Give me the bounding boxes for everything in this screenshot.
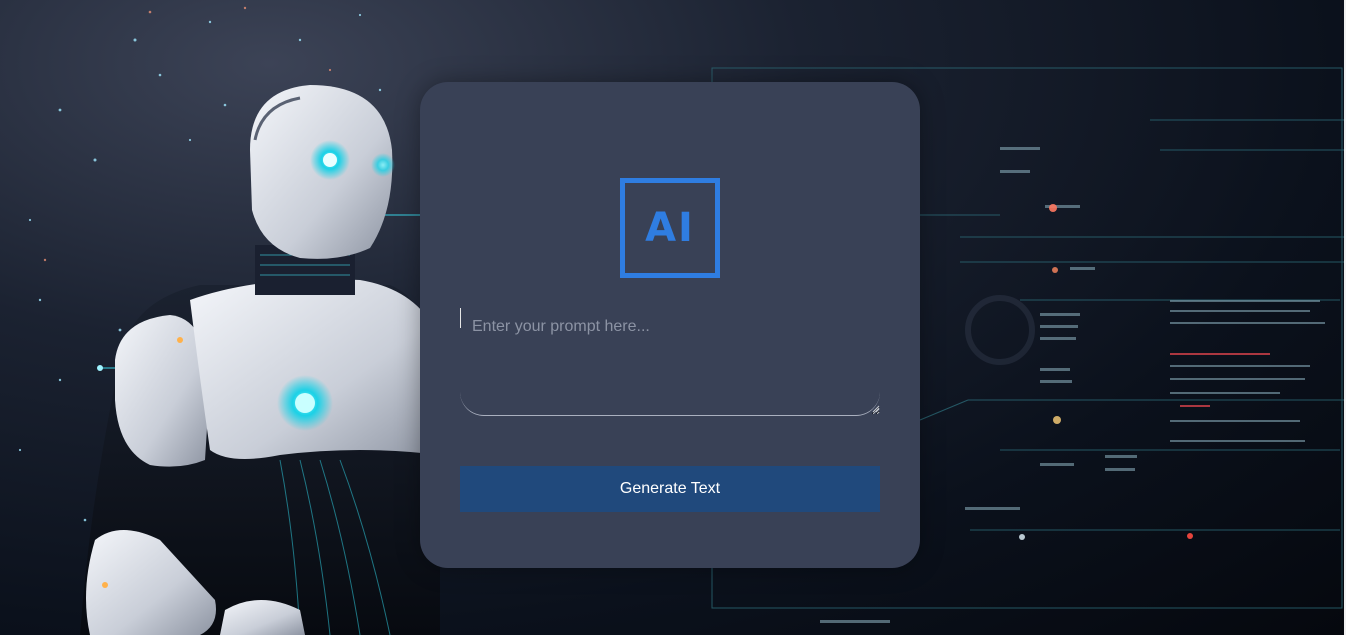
generate-text-button[interactable]: Generate Text [460, 466, 880, 512]
resize-handle-icon[interactable] [870, 403, 880, 413]
text-caret [460, 308, 461, 328]
ai-logo-text: AI [645, 205, 695, 251]
prompt-input[interactable] [460, 304, 880, 416]
ai-logo-icon: AI [620, 178, 720, 278]
prompt-card: AI Generate Text [420, 82, 920, 568]
